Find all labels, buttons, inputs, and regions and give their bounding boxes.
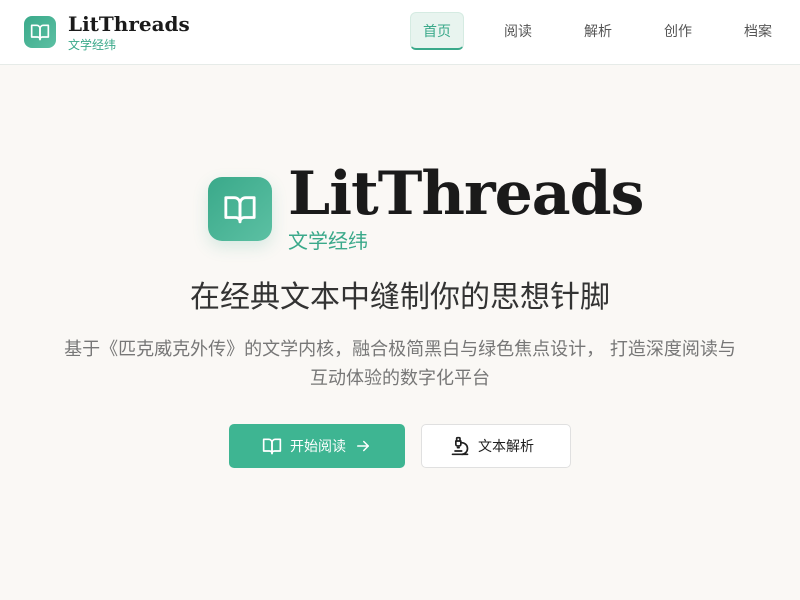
hero-description: 基于《匹克威克外传》的文学内核，融合极简黑白与绿色焦点设计， 打造深度阅读与互动…: [64, 339, 736, 389]
top-header: LitThreads 文学经纬 首页 阅读 解析 创作 档案: [0, 0, 800, 65]
nav-item-archive[interactable]: 档案: [732, 12, 784, 50]
text-analysis-button[interactable]: 文本解析: [421, 424, 571, 468]
hero-tagline: 在经典文本中缝制你的思想针脚: [190, 280, 610, 315]
brand-text: LitThreads 文学经纬: [68, 12, 190, 53]
microscope-icon: [450, 436, 470, 456]
hero-subtitle: 文学经纬: [288, 229, 368, 253]
start-reading-label: 开始阅读: [290, 439, 346, 455]
hero-title: LitThreads: [288, 159, 644, 229]
main-nav: 首页 阅读 解析 创作 档案: [410, 12, 784, 50]
nav-item-create[interactable]: 创作: [652, 12, 704, 50]
hero-titles: LitThreads 文学经纬: [288, 159, 644, 254]
book-open-icon: [262, 436, 282, 456]
hero-brand: LitThreads 文学经纬: [208, 159, 644, 254]
nav-item-analysis[interactable]: 解析: [572, 12, 624, 50]
arrow-right-icon: [354, 437, 372, 455]
brand-title: LitThreads: [68, 11, 190, 36]
nav-item-read[interactable]: 阅读: [492, 12, 544, 50]
text-analysis-label: 文本解析: [478, 439, 534, 455]
start-reading-button[interactable]: 开始阅读: [229, 424, 405, 468]
nav-item-home[interactable]: 首页: [410, 12, 464, 50]
brand[interactable]: LitThreads 文学经纬: [24, 12, 190, 53]
book-open-icon: [208, 177, 272, 241]
book-open-icon: [24, 16, 56, 48]
brand-subtitle: 文学经纬: [68, 37, 117, 52]
